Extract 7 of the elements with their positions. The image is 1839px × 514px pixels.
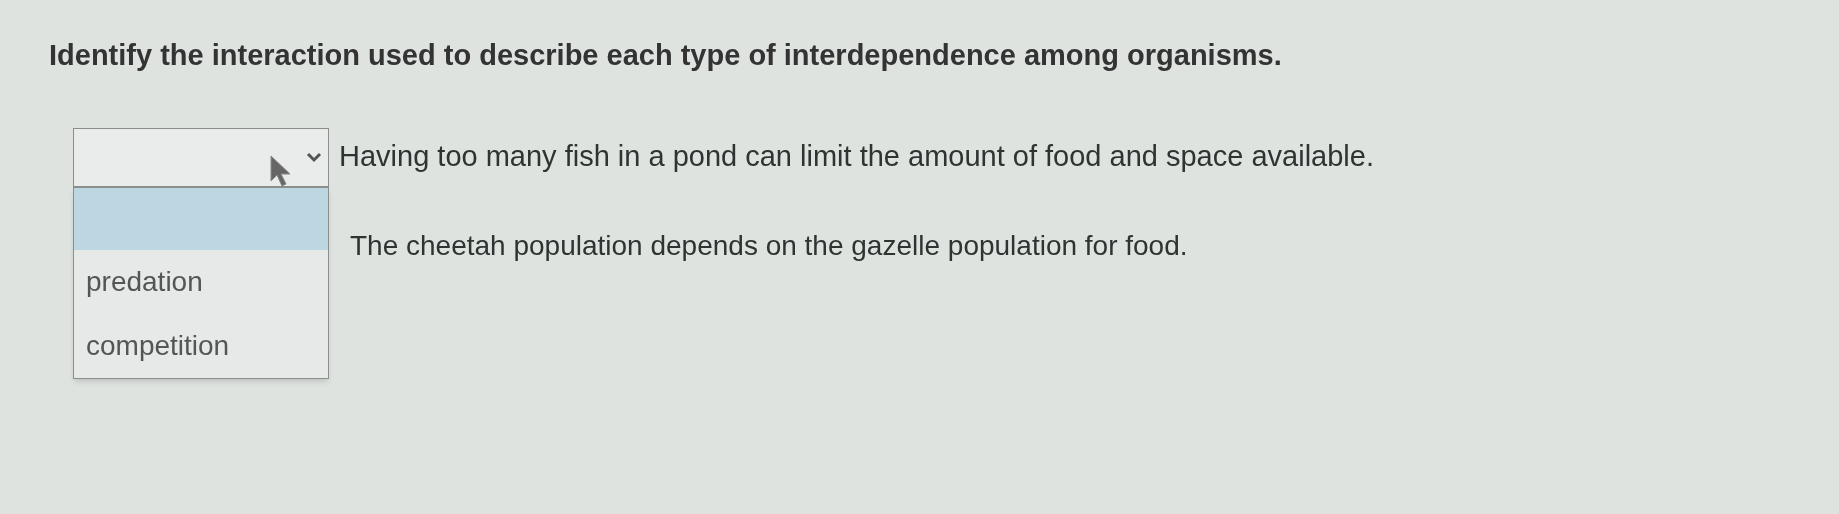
statement-text: The cheetah population depends on the gazelle population for food.: [350, 228, 1188, 263]
statement-text: Having too many fish in a pond can limit the amount of food and space available.: [339, 139, 1374, 175]
dropdown-option[interactable]: predation: [74, 249, 328, 314]
dropdown-field[interactable]: [73, 127, 329, 187]
dropdown-option[interactable]: competition: [74, 313, 328, 378]
instruction-text: Identify the interaction used to describe each type of interdependence among organisms.: [49, 38, 1283, 73]
chevron-icon: [306, 151, 322, 163]
